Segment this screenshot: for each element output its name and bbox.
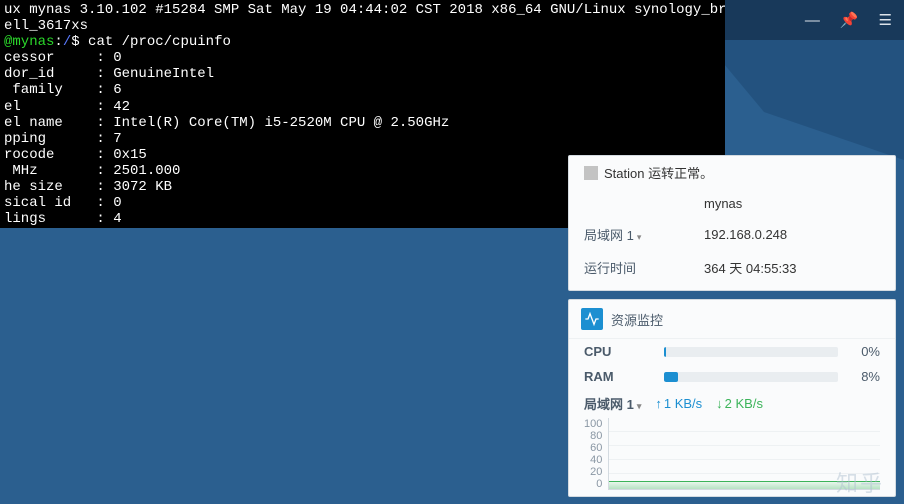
side-panels: Station 运转正常。 mynas 局域网 1▾ 192.168.0.248… bbox=[568, 155, 896, 497]
system-info-panel: Station 运转正常。 mynas 局域网 1▾ 192.168.0.248… bbox=[568, 155, 896, 291]
minimize-icon[interactable]: — bbox=[805, 12, 820, 29]
activity-icon bbox=[581, 308, 603, 330]
decorative-background bbox=[704, 40, 904, 160]
cpu-bar bbox=[664, 347, 838, 357]
hostname-row: mynas bbox=[569, 189, 895, 218]
status-square-icon bbox=[584, 166, 598, 180]
lan-ip-value: 192.168.0.248 bbox=[704, 227, 787, 242]
terminal-command: cat /proc/cpuinfo bbox=[88, 34, 231, 50]
ram-label: RAM bbox=[584, 369, 664, 384]
chart-yaxis: 100 80 60 40 20 0 bbox=[584, 418, 602, 490]
cpu-pct: 0% bbox=[850, 344, 880, 359]
station-status-text: Station 运转正常。 bbox=[604, 163, 713, 182]
resmon-title: 资源监控 bbox=[611, 310, 663, 329]
lan-label[interactable]: 局域网 1▾ bbox=[584, 225, 704, 244]
chart-series-area bbox=[609, 481, 880, 489]
terminal-line: ell_3617xs bbox=[4, 18, 88, 34]
lan-row: 局域网 1▾ 192.168.0.248 bbox=[569, 218, 895, 251]
chevron-down-icon: ▾ bbox=[637, 401, 642, 411]
net-lan-label[interactable]: 局域网 1▾ bbox=[584, 394, 641, 413]
cpu-label: CPU bbox=[584, 344, 664, 359]
station-status-row: Station 运转正常。 bbox=[569, 156, 895, 189]
net-row: 局域网 1▾ 1 KB/s 2 KB/s bbox=[569, 389, 895, 418]
resource-monitor-panel: 资源监控 CPU 0% RAM 8% 局域网 1▾ 1 KB/s 2 KB/s … bbox=[568, 299, 896, 497]
ram-pct: 8% bbox=[850, 369, 880, 384]
resmon-header: 资源监控 bbox=[569, 300, 895, 339]
net-up-rate: 1 KB/s bbox=[655, 396, 702, 411]
ram-bar bbox=[664, 372, 838, 382]
uptime-row: 运行时间 364 天 04:55:33 bbox=[569, 251, 895, 284]
chart-plot-area bbox=[608, 418, 880, 490]
uptime-label: 运行时间 bbox=[584, 258, 704, 277]
pin-icon[interactable]: 📌 bbox=[840, 11, 859, 29]
terminal-prompt-symbol: $ bbox=[71, 34, 88, 50]
hostname-value: mynas bbox=[704, 196, 742, 211]
menu-icon[interactable]: ☰ bbox=[879, 11, 892, 29]
chevron-down-icon: ▾ bbox=[637, 232, 642, 242]
cpu-row: CPU 0% bbox=[569, 339, 895, 364]
terminal-prompt-path: / bbox=[63, 34, 71, 50]
net-chart: 100 80 60 40 20 0 bbox=[569, 418, 895, 490]
ram-row: RAM 8% bbox=[569, 364, 895, 389]
terminal-prompt-user: @mynas bbox=[4, 34, 54, 50]
net-down-rate: 2 KB/s bbox=[716, 396, 763, 411]
uptime-value: 364 天 04:55:33 bbox=[704, 258, 797, 277]
terminal-line: ux mynas 3.10.102 #15284 SMP Sat May 19 … bbox=[4, 2, 725, 18]
